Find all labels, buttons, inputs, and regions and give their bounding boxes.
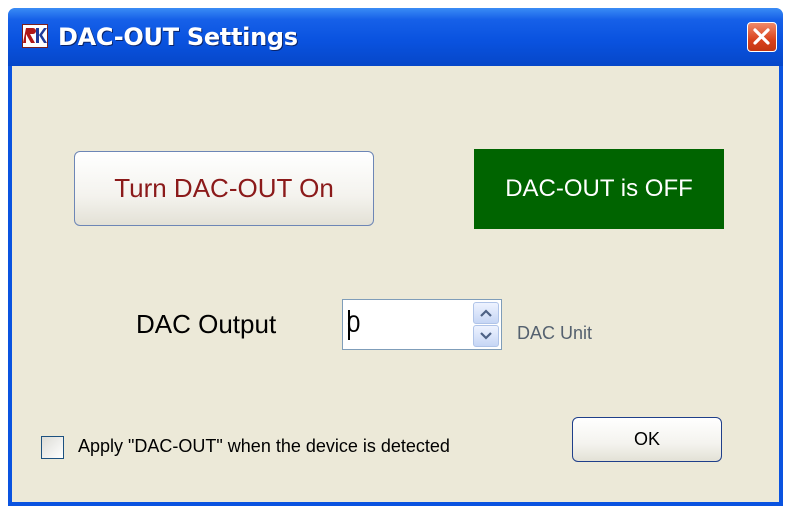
chevron-up-icon (480, 309, 492, 317)
dac-out-status-indicator: DAC-OUT is OFF (474, 149, 724, 229)
dac-unit-label: DAC Unit (517, 323, 593, 343)
dialog-window: DAC-OUT Settings Turn DAC-OUT On DAC-OUT… (8, 8, 783, 506)
chevron-down-icon (480, 332, 492, 340)
ok-button[interactable]: OK (572, 417, 722, 462)
dac-output-input[interactable] (347, 300, 457, 349)
dialog-client-area: Turn DAC-OUT On DAC-OUT is OFF DAC Outpu… (12, 66, 779, 502)
title-bar[interactable]: DAC-OUT Settings (8, 8, 783, 66)
apply-on-detect-checkbox[interactable] (41, 436, 64, 459)
close-icon (753, 28, 770, 45)
text-caret (348, 310, 350, 340)
dac-output-label: DAC Output (136, 309, 277, 339)
apply-on-detect-label[interactable]: Apply "DAC-OUT" when the device is detec… (78, 436, 450, 457)
turn-dac-out-on-button[interactable]: Turn DAC-OUT On (74, 151, 374, 226)
rk-logo-icon (22, 24, 48, 48)
window-title: DAC-OUT Settings (58, 23, 298, 51)
spin-down-button[interactable] (473, 325, 499, 347)
close-button[interactable] (747, 22, 777, 52)
spin-up-button[interactable] (473, 302, 499, 324)
dac-output-spinbox[interactable] (342, 299, 502, 350)
